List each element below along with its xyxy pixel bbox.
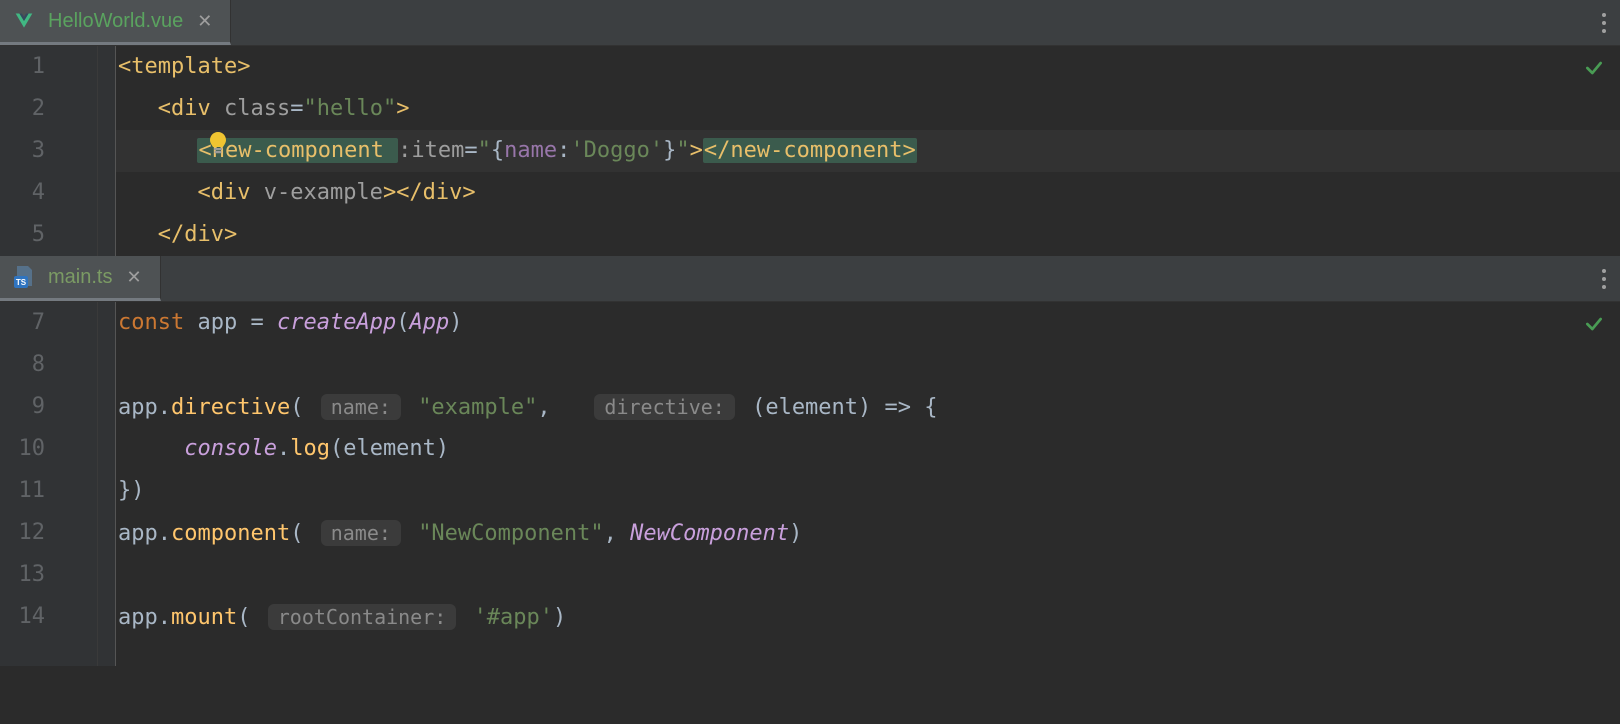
- line-number: 4: [0, 172, 98, 214]
- code-line[interactable]: 14 app.mount( rootContainer: '#app'): [0, 596, 1620, 638]
- line-number: 10: [0, 428, 98, 470]
- kebab-menu-icon[interactable]: [1602, 13, 1606, 33]
- tab-main-ts[interactable]: TS main.ts ✕: [0, 256, 161, 301]
- tab-bar-vue: HelloWorld.vue ✕: [0, 0, 1620, 46]
- code-line[interactable]: 2 <div class="hello">: [0, 88, 1620, 130]
- editor-ts[interactable]: 7 const app = createApp(App) 8 9 app.dir…: [0, 302, 1620, 666]
- line-number: 8: [0, 344, 98, 386]
- code-line[interactable]: [0, 638, 1620, 666]
- status-ok-icon: [1584, 314, 1604, 340]
- gutter: [98, 88, 116, 130]
- line-number: 5: [0, 214, 98, 256]
- fold-toggle-icon[interactable]: [101, 401, 113, 413]
- line-number: 9: [0, 386, 98, 428]
- vue-icon: [14, 11, 34, 31]
- code-line[interactable]: 11 }): [0, 470, 1620, 512]
- gutter: [98, 130, 116, 172]
- code-line[interactable]: 8: [0, 344, 1620, 386]
- line-number: 12: [0, 512, 98, 554]
- close-icon[interactable]: ✕: [197, 11, 212, 32]
- fold-toggle-icon[interactable]: [101, 61, 113, 73]
- kebab-menu-icon[interactable]: [1602, 269, 1606, 289]
- code-line[interactable]: 13: [0, 554, 1620, 596]
- fold-toggle-icon[interactable]: [101, 103, 113, 115]
- line-number: 14: [0, 596, 98, 638]
- code-line[interactable]: 12 app.component( name: "NewComponent", …: [0, 512, 1620, 554]
- tab-title: main.ts: [48, 266, 112, 289]
- tab-bar-ts: TS main.ts ✕: [0, 256, 1620, 302]
- line-number: 2: [0, 88, 98, 130]
- gutter: [98, 344, 116, 386]
- gutter: [98, 46, 116, 88]
- inlay-hint: name:: [321, 394, 401, 420]
- tab-helloworld[interactable]: HelloWorld.vue ✕: [0, 0, 231, 45]
- tab-title: HelloWorld.vue: [48, 10, 183, 33]
- code-line[interactable]: 4 <div v-example></div>: [0, 172, 1620, 214]
- gutter: [98, 386, 116, 428]
- line-number: 3: [0, 130, 98, 172]
- fold-end-icon[interactable]: [101, 485, 113, 497]
- gutter: [98, 302, 116, 344]
- close-icon[interactable]: ✕: [126, 267, 141, 288]
- lightbulb-icon[interactable]: [128, 88, 229, 214]
- gutter: [98, 554, 116, 596]
- status-ok-icon: [1584, 58, 1604, 84]
- code-line[interactable]: 1 <template>: [0, 46, 1620, 88]
- line-number: 1: [0, 46, 98, 88]
- line-number: 11: [0, 470, 98, 512]
- inlay-hint: rootContainer:: [268, 604, 457, 630]
- code-line[interactable]: 10 console.log(element): [0, 428, 1620, 470]
- gutter: [98, 172, 116, 214]
- gutter: [98, 596, 116, 638]
- inlay-hint: name:: [321, 520, 401, 546]
- code-line[interactable]: 7 const app = createApp(App): [0, 302, 1620, 344]
- editor-vue[interactable]: 1 <template> 2 <div class="hello"> 3: [0, 46, 1620, 256]
- code-line-current[interactable]: 3 <new-component :item="{name:'Doggo'}">…: [0, 130, 1620, 172]
- code-line[interactable]: 5 </div>: [0, 214, 1620, 256]
- gutter: [98, 428, 116, 470]
- line-number: 13: [0, 554, 98, 596]
- inlay-hint: directive:: [594, 394, 734, 420]
- gutter: [98, 214, 116, 256]
- ts-file-icon: TS: [14, 266, 34, 288]
- line-number: 7: [0, 302, 98, 344]
- svg-text:TS: TS: [16, 278, 27, 287]
- gutter: [98, 512, 116, 554]
- gutter: [98, 470, 116, 512]
- fold-end-icon[interactable]: [101, 229, 113, 241]
- code-line[interactable]: 9 app.directive( name: "example", direct…: [0, 386, 1620, 428]
